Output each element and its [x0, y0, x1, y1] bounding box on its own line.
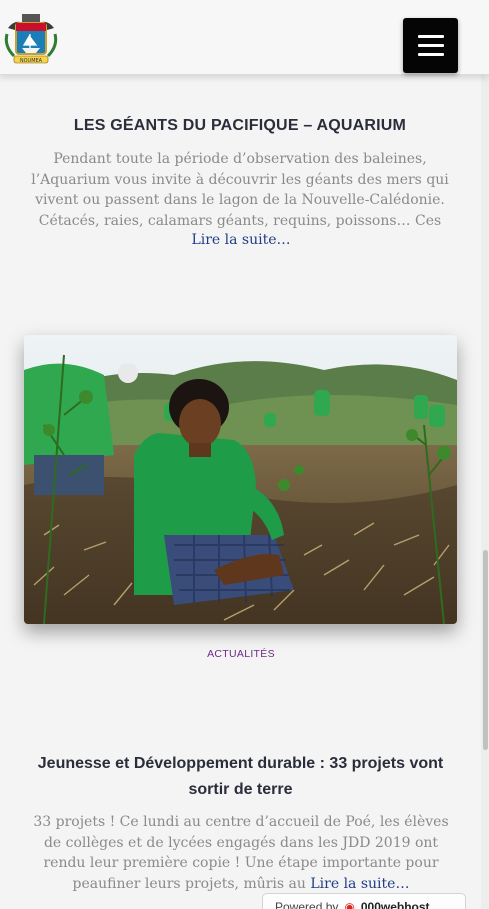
- powered-by-badge[interactable]: Powered by ◉ 000webhost: [262, 893, 466, 909]
- svg-text:NOUMEA: NOUMEA: [20, 58, 43, 64]
- article-excerpt: Pendant toute la période d’observation d…: [31, 151, 449, 229]
- hamburger-icon-bar: [417, 53, 444, 56]
- article-title[interactable]: LES GÉANTS DU PACIFIQUE – AQUARIUM: [20, 117, 460, 135]
- powered-by-label: Powered by: [275, 900, 339, 909]
- scrollbar-thumb[interactable]: [483, 550, 488, 750]
- read-more-link[interactable]: Lire la suite…: [191, 232, 290, 248]
- host-brand-name: 000webhost: [360, 900, 430, 909]
- page-scrollbar[interactable]: [481, 0, 489, 909]
- article-excerpt: 33 projets ! Ce lundi au centre d’accuei…: [26, 812, 456, 894]
- article-title[interactable]: Jeunesse et Développement durable : 33 p…: [24, 751, 457, 803]
- hamburger-menu-button[interactable]: [403, 18, 458, 73]
- hamburger-icon: [417, 35, 444, 38]
- article-photo[interactable]: [24, 335, 457, 624]
- hamburger-icon-bar: [417, 44, 444, 47]
- read-more-link[interactable]: Lire la suite…: [310, 876, 409, 892]
- city-crest-logo[interactable]: NOUMEA: [2, 10, 60, 66]
- host-logo-icon: ◉: [344, 900, 355, 909]
- read-more-wrapper: Lire la suite…: [0, 230, 482, 251]
- article-category[interactable]: ACTUALITÉS: [0, 648, 482, 660]
- site-header: NOUMEA: [0, 0, 489, 75]
